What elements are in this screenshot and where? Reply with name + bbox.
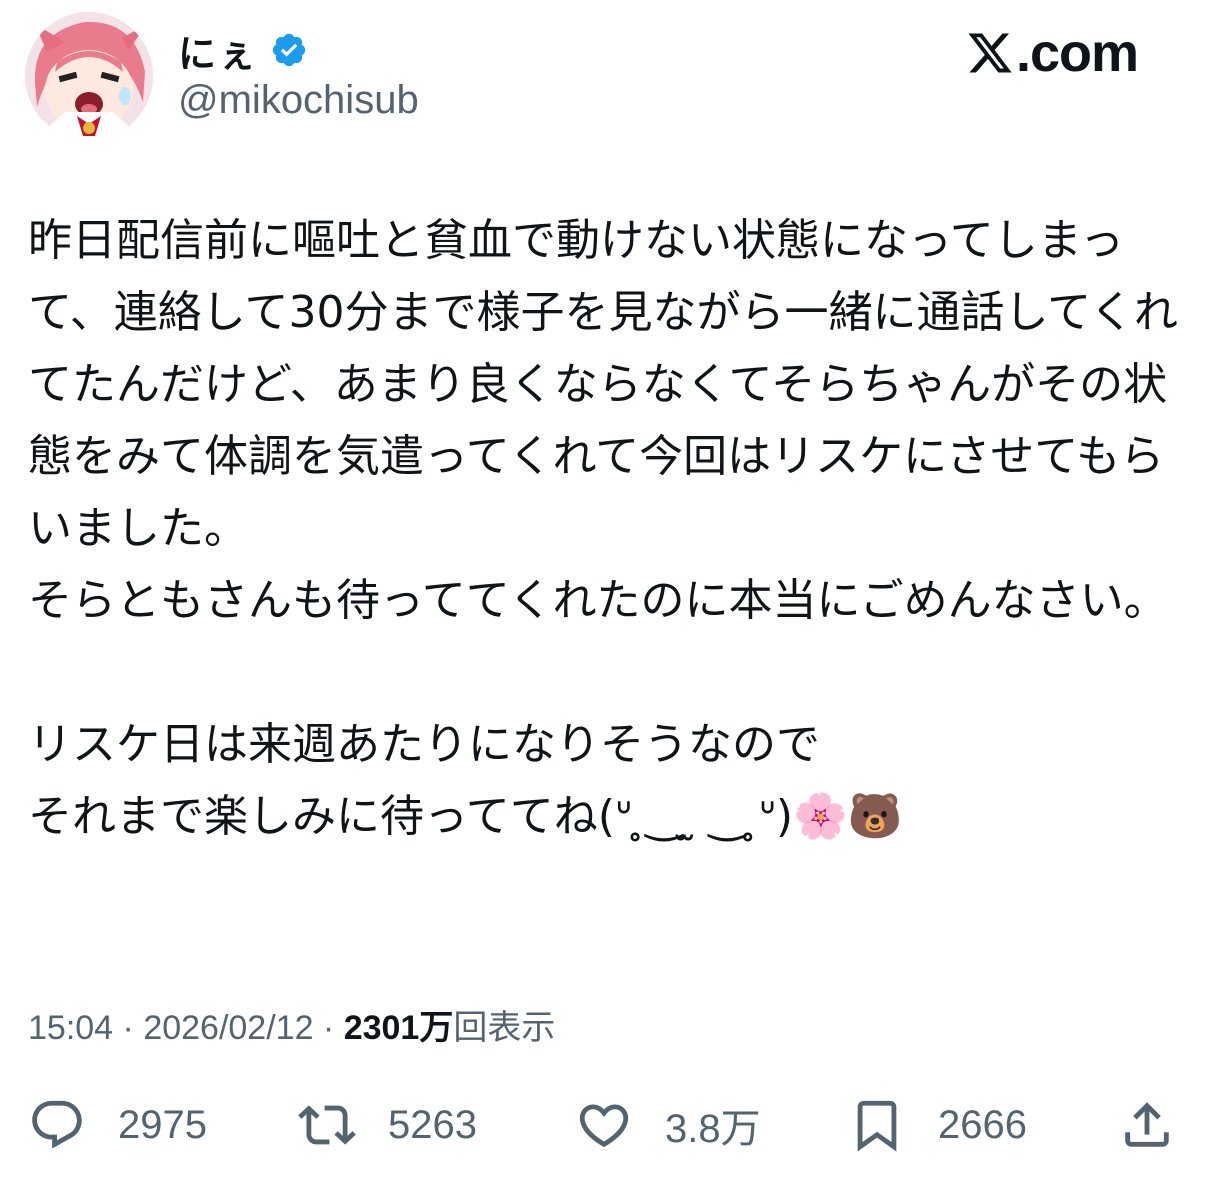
like-count: 3.8万 [665, 1107, 761, 1151]
like-button[interactable]: 3.8万 [575, 1085, 761, 1165]
retweet-count: 5263 [388, 1102, 477, 1147]
views-label: 回表示 [453, 1009, 556, 1047]
display-name[interactable]: にぇ [178, 23, 258, 78]
tweet-time[interactable]: 15:04 [28, 1009, 113, 1047]
tweet-header: にぇ @mikochisub .com [0, 0, 1206, 150]
share-icon [1125, 1102, 1169, 1147]
brand-text: .com [1015, 23, 1139, 83]
tweet-text: 昨日配信前に嘔吐と貧血で動けない状態になってしまって、連絡して30分まで様子を見… [28, 215, 1178, 842]
anime-avatar [25, 12, 153, 140]
bookmark-icon [857, 1100, 897, 1152]
reply-icon [32, 1100, 82, 1149]
retweet-button[interactable]: 5263 [298, 1085, 477, 1165]
verified-badge-icon [270, 31, 308, 69]
retweet-icon [298, 1105, 356, 1145]
avatar[interactable] [25, 12, 153, 140]
meta-separator: · [313, 1009, 344, 1047]
share-button[interactable] [1118, 1085, 1176, 1165]
bookmark-button[interactable]: 2666 [848, 1085, 1027, 1165]
tweet-meta: 15:04 · 2026/02/12 · 2301万回表示 [28, 1000, 555, 1049]
action-bar: 2975 5263 3.8万 2666 [0, 1085, 1206, 1165]
bookmark-count: 2666 [938, 1102, 1027, 1147]
user-handle[interactable]: @mikochisub [178, 78, 419, 123]
heart-icon [579, 1104, 629, 1148]
reply-button[interactable]: 2975 [28, 1085, 207, 1165]
tweet-date[interactable]: 2026/02/12 [143, 1009, 313, 1047]
meta-separator: · [113, 1009, 144, 1047]
x-logo-icon [968, 33, 1012, 73]
brand-watermark: .com [966, 22, 1139, 84]
views-count: 2301万 [343, 1009, 454, 1047]
reply-count: 2975 [118, 1102, 207, 1147]
display-name-row: にぇ [178, 24, 308, 76]
